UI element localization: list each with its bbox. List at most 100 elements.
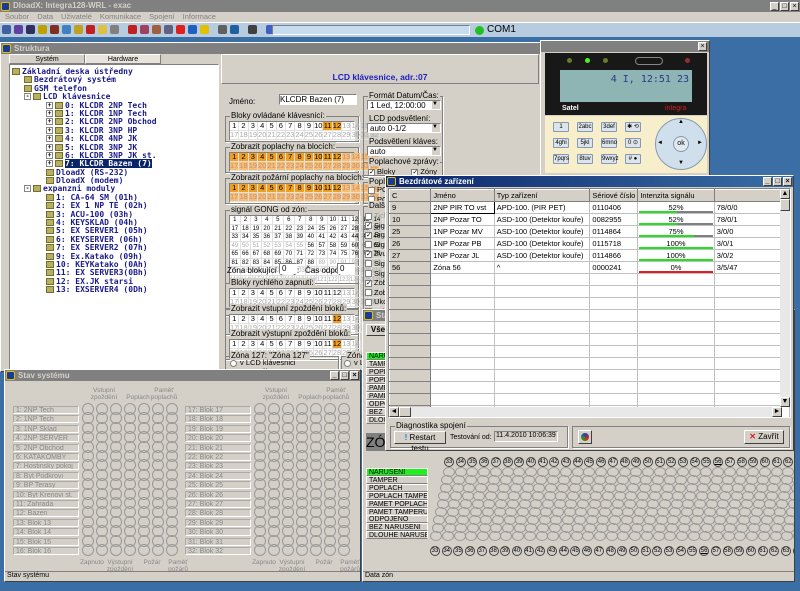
block-cell[interactable]: 27	[323, 192, 333, 202]
zone-cell[interactable]: 39	[294, 233, 306, 242]
maximize-button[interactable]: □	[773, 177, 782, 186]
block-cell[interactable]: 27	[323, 130, 333, 140]
column-header[interactable]: Typ zařízení	[493, 189, 591, 202]
zone-number[interactable]: 45	[570, 546, 581, 556]
block-cell[interactable]: 18	[239, 130, 249, 140]
block-cell[interactable]: 26	[314, 130, 324, 140]
zone-number[interactable]: 40	[525, 457, 536, 467]
block-grid[interactable]: 1234567891011121314151617181920212223242…	[229, 152, 380, 172]
zone-cell[interactable]: 17	[230, 224, 241, 233]
zone-number[interactable]: 53	[678, 457, 688, 467]
checkbox[interactable]: ✓	[368, 168, 375, 176]
menu-item[interactable]: Spojení	[149, 12, 174, 22]
zone-number[interactable]: 36	[465, 546, 476, 556]
menu-item[interactable]: Uživatelé	[61, 12, 92, 22]
zone-number[interactable]: 58	[736, 457, 747, 467]
checkbox[interactable]	[365, 241, 372, 249]
block-cell[interactable]: 28	[332, 192, 343, 202]
block-grid[interactable]: 1234567891011121314151617181920212223242…	[229, 121, 380, 141]
zone-number[interactable]: 45	[584, 457, 595, 467]
zone-number[interactable]: 58	[722, 546, 733, 556]
column-header[interactable]: Sériové číslo	[589, 189, 639, 202]
zone-cell[interactable]: 57	[316, 241, 328, 250]
zone-cell[interactable]: 28	[349, 224, 361, 233]
zone-number[interactable]: 39	[514, 457, 525, 467]
block-cell[interactable]: 30	[351, 161, 361, 171]
zone-cell[interactable]: 71	[294, 250, 306, 259]
table-row[interactable]	[389, 381, 790, 394]
zone-number[interactable]: 44	[558, 546, 569, 556]
zone-cell[interactable]: 27	[338, 224, 350, 233]
menu-item[interactable]: Data	[37, 12, 53, 22]
zone-number[interactable]: 60	[759, 457, 770, 467]
zone-cell[interactable]: 5	[272, 216, 284, 225]
block-cell[interactable]: 29	[342, 192, 352, 202]
checkbox[interactable]	[365, 212, 372, 220]
ok-button[interactable]: ok	[673, 136, 689, 152]
right-arrow-icon[interactable]: ►	[697, 140, 703, 146]
block-cell[interactable]: 25	[304, 130, 315, 140]
zone-number[interactable]: 44	[572, 457, 583, 467]
light-icon[interactable]	[98, 25, 107, 34]
menu-item[interactable]: Soubor	[5, 12, 29, 22]
expand-icon[interactable]: +	[46, 101, 53, 109]
zone-cell[interactable]: 19	[251, 224, 262, 233]
zone-cell[interactable]: 25	[316, 224, 328, 233]
zone-number[interactable]: 48	[605, 546, 616, 556]
checkbox[interactable]: ✓	[365, 279, 372, 287]
zone-cell[interactable]: 8	[305, 216, 317, 225]
block-cell[interactable]: 18	[239, 192, 249, 202]
table-row[interactable]	[389, 309, 790, 322]
cas-odpoj-spinner[interactable]: 0	[337, 263, 355, 274]
column-header[interactable]: Intenzita signálu	[637, 189, 715, 202]
name-input[interactable]	[279, 94, 357, 105]
vertical-scrollbar[interactable]: ▲ ▼	[780, 189, 790, 407]
restart-test-button[interactable]: ! Restart testu	[394, 431, 446, 450]
zone-number[interactable]: 35	[467, 457, 478, 467]
zones-icon[interactable]	[140, 25, 149, 34]
zone-number[interactable]: 46	[596, 457, 607, 467]
zone-cell[interactable]: 72	[305, 250, 317, 259]
block-cell[interactable]: 21	[267, 130, 277, 140]
zone-cell[interactable]: 56	[305, 241, 317, 250]
close-dialog-button[interactable]: ✕ Zavřít	[744, 430, 784, 444]
block-cell[interactable]: 30	[351, 297, 361, 307]
block-cell[interactable]: 19	[248, 192, 259, 202]
timer-icon[interactable]	[50, 25, 59, 34]
expand-icon[interactable]: +	[46, 143, 53, 151]
zone-cell[interactable]: 60	[349, 241, 361, 250]
checkbox[interactable]: ✓	[365, 231, 372, 239]
tab-hardware[interactable]: Hardware	[85, 54, 161, 64]
block-cell[interactable]: 23	[286, 161, 296, 171]
hardware-tree[interactable]: Základní deska ústředny Bezdrátový systém…	[9, 64, 219, 371]
zone-number[interactable]: 36	[479, 457, 490, 467]
table-row[interactable]: 26 1NP Pozar PB ASD-100 (Detektor kouře) 01…	[389, 237, 790, 250]
up-arrow-icon[interactable]: ▲	[678, 119, 684, 125]
outputs-icon[interactable]	[152, 25, 161, 34]
zone-cell[interactable]: 42	[327, 233, 339, 242]
zone-cell[interactable]: 40	[305, 233, 317, 242]
zone-cell[interactable]: 18	[240, 224, 252, 233]
question-icon[interactable]	[128, 25, 137, 34]
keypad-key[interactable]: 9wxyz	[601, 154, 619, 164]
zone-number[interactable]: 47	[607, 457, 618, 467]
left-arrow-icon[interactable]: ◄	[657, 140, 663, 146]
format-select[interactable]: 1 Led, 12:00:00 ▼	[367, 100, 441, 110]
zone-number[interactable]: 43	[547, 546, 557, 556]
zone-number[interactable]: 63	[781, 546, 791, 556]
zone-cell[interactable]: 69	[272, 250, 284, 259]
block-cell[interactable]: 20	[258, 192, 268, 202]
zone-number[interactable]: 37	[490, 457, 501, 467]
tab-system[interactable]: Systém	[9, 54, 85, 64]
expand-icon[interactable]: +	[46, 151, 53, 159]
phone-red-icon[interactable]	[86, 25, 95, 34]
zone-cell[interactable]: 6	[283, 216, 295, 225]
block-cell[interactable]: 21	[267, 161, 277, 171]
table-row[interactable]	[389, 321, 790, 334]
keypad-key[interactable]: 6mno	[601, 138, 617, 148]
zone-cell[interactable]: 9	[316, 216, 328, 225]
minimize-button[interactable]: _	[330, 371, 339, 380]
checkbox[interactable]	[368, 186, 375, 194]
users-icon[interactable]	[62, 25, 71, 34]
zone-cell[interactable]: 43	[338, 233, 350, 242]
